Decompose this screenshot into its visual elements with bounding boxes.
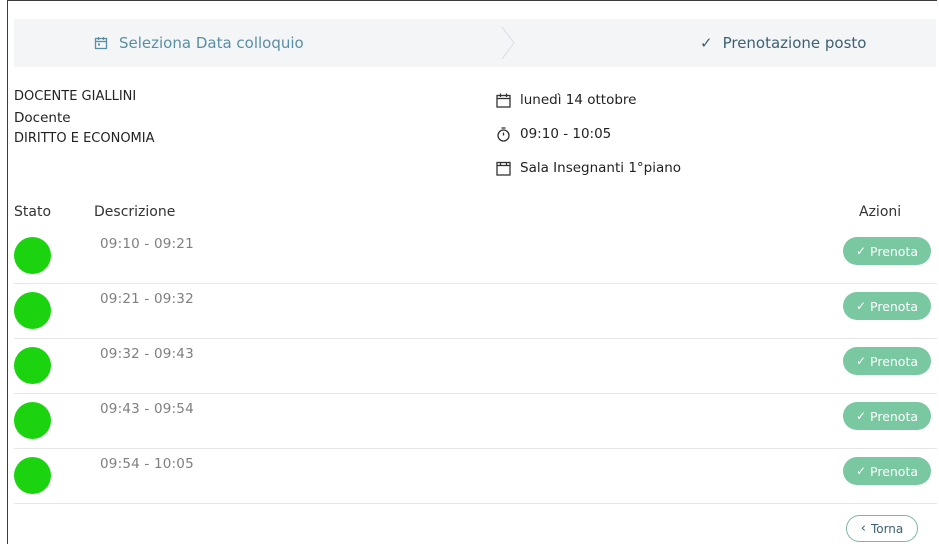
step-select-date-label: Seleziona Data colloquio: [119, 34, 304, 52]
step-select-date[interactable]: Seleziona Data colloquio: [94, 19, 304, 67]
meeting-room: Sala Insegnanti 1°piano: [520, 160, 682, 176]
back-button[interactable]: ‹ Torna: [846, 515, 918, 542]
book-button[interactable]: ✓ Prenota: [843, 402, 931, 430]
teacher-info: DOCENTE GIALLINI Docente DIRITTO E ECONO…: [14, 87, 155, 150]
table-row: 09:10 - 09:21 ✓ Prenota: [14, 229, 937, 284]
book-button[interactable]: ✓ Prenota: [843, 237, 931, 265]
back-button-label: Torna: [870, 521, 904, 536]
teacher-name: DOCENTE GIALLINI: [14, 89, 137, 104]
step-booking[interactable]: ✓ Prenotazione posto: [700, 19, 866, 67]
chevron-left-icon: ‹: [860, 521, 866, 536]
book-button-label: Prenota: [870, 463, 919, 479]
chevron-right-icon: [499, 25, 517, 65]
book-button-label: Prenota: [870, 243, 919, 259]
meeting-room-row: Sala Insegnanti 1°piano: [496, 151, 681, 185]
book-button[interactable]: ✓ Prenota: [843, 457, 931, 485]
check-icon: ✓: [855, 464, 867, 478]
table-row: 09:32 - 09:43 ✓ Prenota: [14, 339, 937, 394]
check-icon: ✓: [700, 34, 713, 52]
book-button[interactable]: ✓ Prenota: [843, 292, 931, 320]
teacher-subject: DIRITTO E ECONOMIA: [14, 131, 155, 147]
room-icon: [496, 161, 512, 176]
step-booking-label: Prenotazione posto: [722, 34, 867, 52]
status-indicator: [14, 402, 51, 439]
header-azioni: Azioni: [859, 204, 902, 220]
slot-description: 09:32 - 09:43: [100, 346, 194, 362]
book-button-label: Prenota: [870, 408, 919, 424]
teacher-role: Docente: [14, 109, 71, 126]
status-indicator: [14, 237, 51, 274]
header-descrizione: Descrizione: [94, 204, 176, 220]
slot-description: 09:10 - 09:21: [100, 236, 194, 252]
meeting-info: lunedì 14 ottobre 09:10 - 10:05 Sala Ins…: [496, 83, 681, 185]
book-button-label: Prenota: [870, 298, 919, 314]
calendar-icon: [496, 93, 512, 108]
check-icon: ✓: [855, 244, 867, 258]
check-icon: ✓: [855, 299, 867, 313]
booking-panel: Seleziona Data colloquio ✓ Prenotazione …: [7, 0, 937, 544]
header-stato: Stato: [14, 204, 52, 220]
meeting-time: 09:10 - 10:05: [520, 126, 612, 142]
slot-description: 09:54 - 10:05: [100, 456, 194, 472]
stopwatch-icon: [496, 126, 512, 142]
status-indicator: [14, 292, 51, 329]
book-button[interactable]: ✓ Prenota: [843, 347, 931, 375]
slot-description: 09:43 - 09:54: [100, 401, 194, 417]
status-indicator: [14, 347, 51, 384]
book-button-label: Prenota: [870, 353, 919, 369]
check-icon: ✓: [855, 409, 867, 423]
meeting-time-row: 09:10 - 10:05: [496, 117, 681, 151]
table-row: 09:21 - 09:32 ✓ Prenota: [14, 284, 937, 339]
meeting-date-row: lunedì 14 ottobre: [496, 83, 681, 117]
calendar-icon: [94, 36, 108, 50]
table-row: 09:54 - 10:05 ✓ Prenota: [14, 449, 937, 504]
slot-description: 09:21 - 09:32: [100, 291, 194, 307]
status-indicator: [14, 457, 51, 494]
check-icon: ✓: [855, 354, 867, 368]
stepper: Seleziona Data colloquio ✓ Prenotazione …: [14, 19, 936, 67]
table-row: 09:43 - 09:54 ✓ Prenota: [14, 394, 937, 449]
meeting-date: lunedì 14 ottobre: [520, 92, 637, 108]
